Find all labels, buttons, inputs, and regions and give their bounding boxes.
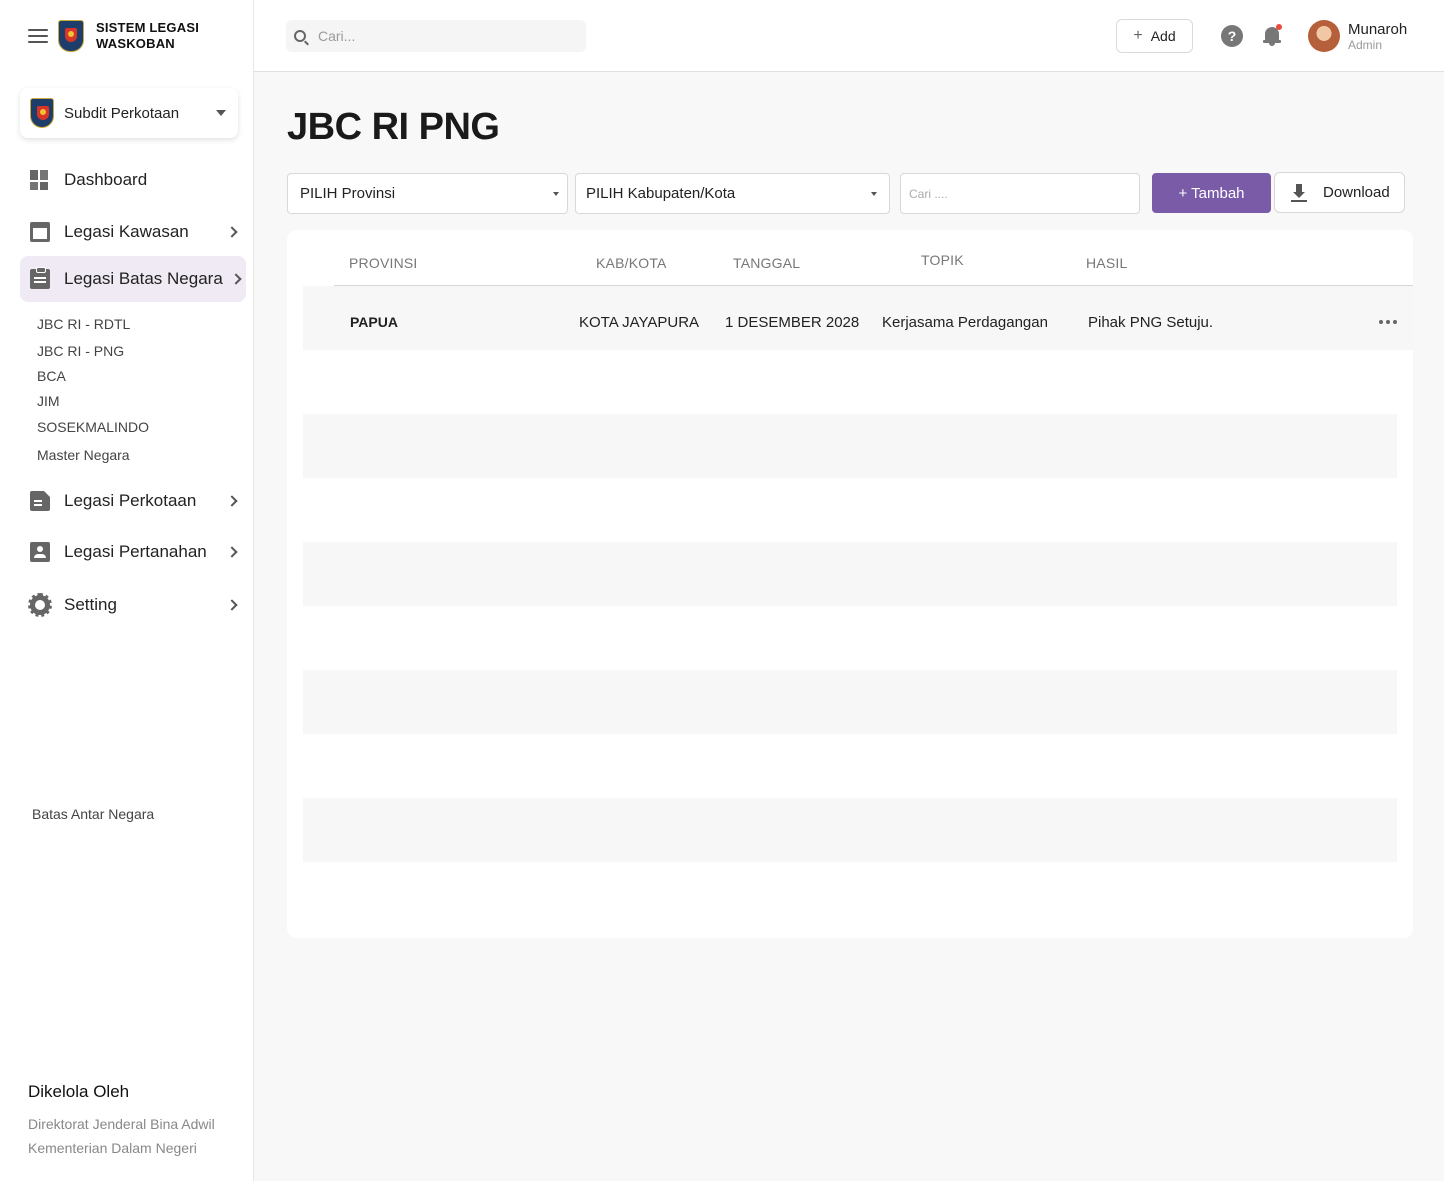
dashboard-icon <box>30 170 50 190</box>
city-select[interactable]: PILIH Kabupaten/Kota <box>575 173 890 214</box>
download-icon <box>1291 183 1307 202</box>
app-name: SISTEM LEGASI WASKOBAN <box>96 20 206 52</box>
unit-crest-icon <box>30 98 54 128</box>
sidebar-item-setting[interactable]: Setting <box>20 582 246 628</box>
page-title: JBC RI PNG <box>287 106 500 148</box>
chevron-right-icon <box>230 273 242 285</box>
caret-down-icon <box>553 192 559 196</box>
table-search-input[interactable] <box>900 173 1140 214</box>
row-actions-more-icon[interactable] <box>1379 320 1397 324</box>
cell-provinsi: PAPUA <box>350 314 398 330</box>
global-search-input[interactable] <box>318 28 568 44</box>
cell-hasil: Pihak PNG Setuju. <box>1088 314 1214 331</box>
sidebar-note: Batas Antar Negara <box>32 806 155 822</box>
cell-topik: Kerjasama Perdagangan <box>882 314 1048 331</box>
add-button-label: Add <box>1150 28 1176 44</box>
avatar[interactable] <box>1308 20 1340 52</box>
chevron-down-icon <box>216 110 226 116</box>
badge-icon <box>30 542 50 562</box>
chevron-right-icon <box>226 546 238 558</box>
submenu-item-jbc-ri-png[interactable]: JBC RI - PNG <box>37 343 124 359</box>
chevron-right-icon <box>226 495 238 507</box>
city-select-value: PILIH Kabupaten/Kota <box>586 185 736 202</box>
empty-row-stripe <box>303 414 1397 478</box>
managed-by-line1: Direktorat Jenderal Bina Adwil <box>28 1116 215 1132</box>
unit-selector-label: Subdit Perkotaan <box>64 104 180 122</box>
app-name-line2: WASKOBAN <box>96 36 175 51</box>
notification-dot <box>1276 24 1282 30</box>
add-record-button[interactable]: + Tambah <box>1152 173 1271 213</box>
managed-by-line2: Kementerian Dalam Negeri <box>28 1140 197 1156</box>
sidebar-item-legasi-kawasan[interactable]: Legasi Kawasan <box>20 209 246 255</box>
cell-kab-kota: KOTA JAYAPURA <box>579 314 700 331</box>
sidebar-item-label: Legasi Kawasan <box>64 222 189 241</box>
sidebar: SISTEM LEGASI WASKOBAN Subdit Perkotaan … <box>0 0 254 1181</box>
help-icon[interactable]: ? <box>1221 25 1243 47</box>
store-icon <box>30 222 50 242</box>
add-button[interactable]: + Add <box>1116 19 1193 53</box>
document-icon <box>30 491 50 511</box>
clipboard-icon <box>30 267 50 289</box>
submenu-item-jbc-ri-rdtl[interactable]: JBC RI - RDTL <box>37 316 130 332</box>
chevron-right-icon <box>226 599 238 611</box>
sidebar-item-label: Setting <box>64 595 117 614</box>
sidebar-item-legasi-perkotaan[interactable]: Legasi Perkotaan <box>20 478 246 524</box>
app-name-line1: SISTEM LEGASI <box>96 20 200 35</box>
user-role: Admin <box>1348 38 1383 52</box>
data-table: PROVINSI KAB/KOTA TANGGAL TOPIK HASIL PA… <box>287 230 1413 938</box>
submenu-item-jim[interactable]: JIM <box>37 393 60 409</box>
caret-down-icon <box>871 192 877 196</box>
unit-selector[interactable]: Subdit Perkotaan <box>20 88 238 138</box>
column-header-hasil[interactable]: HASIL <box>1086 255 1127 271</box>
empty-row-stripe <box>303 670 1397 734</box>
cell-tanggal: 1 DESEMBER 2028 <box>725 314 860 331</box>
gear-icon <box>28 593 52 617</box>
brand: SISTEM LEGASI WASKOBAN <box>28 20 206 52</box>
sidebar-item-label: Legasi Perkotaan <box>64 491 197 510</box>
empty-row-stripe <box>303 542 1397 606</box>
sidebar-item-label: Dashboard <box>64 170 148 189</box>
province-select-value: PILIH Provinsi <box>300 185 396 202</box>
managed-by-title: Dikelola Oleh <box>28 1082 130 1101</box>
logo-crest-icon <box>58 20 84 52</box>
submenu-item-master-negara[interactable]: Master Negara <box>37 447 130 463</box>
sidebar-item-label: Legasi Batas Negara <box>64 269 223 288</box>
empty-row-stripe <box>303 798 1397 862</box>
column-header-provinsi[interactable]: PROVINSI <box>349 255 418 271</box>
search-icon <box>294 30 306 42</box>
submenu-item-bca[interactable]: BCA <box>37 368 66 384</box>
global-search <box>286 20 586 52</box>
column-header-kab-kota[interactable]: KAB/KOTA <box>596 255 667 271</box>
province-select[interactable]: PILIH Provinsi <box>287 173 568 214</box>
managed-by: Dikelola Oleh Direktorat Jenderal Bina A… <box>28 1082 215 1160</box>
sidebar-item-label: Legasi Pertanahan <box>64 542 207 561</box>
column-header-topik[interactable]: TOPIK <box>921 252 964 268</box>
user-name[interactable]: Munaroh <box>1348 21 1407 38</box>
download-button-label: Download <box>1323 184 1390 201</box>
notification-bell-icon[interactable] <box>1263 24 1282 47</box>
column-header-tanggal[interactable]: TANGGAL <box>733 255 800 271</box>
plus-icon: + <box>1133 27 1143 44</box>
download-button[interactable]: Download <box>1274 172 1405 213</box>
topbar: + Add ? Munaroh Admin <box>254 0 1444 72</box>
submenu-item-sosekmalindo[interactable]: SOSEKMALINDO <box>37 419 149 435</box>
chevron-right-icon <box>226 226 238 238</box>
sidebar-item-legasi-batas-negara[interactable]: Legasi Batas Negara <box>20 256 246 302</box>
sidebar-item-dashboard[interactable]: Dashboard <box>20 157 246 203</box>
menu-icon[interactable] <box>28 29 48 43</box>
sidebar-item-legasi-pertanahan[interactable]: Legasi Pertanahan <box>20 529 246 575</box>
